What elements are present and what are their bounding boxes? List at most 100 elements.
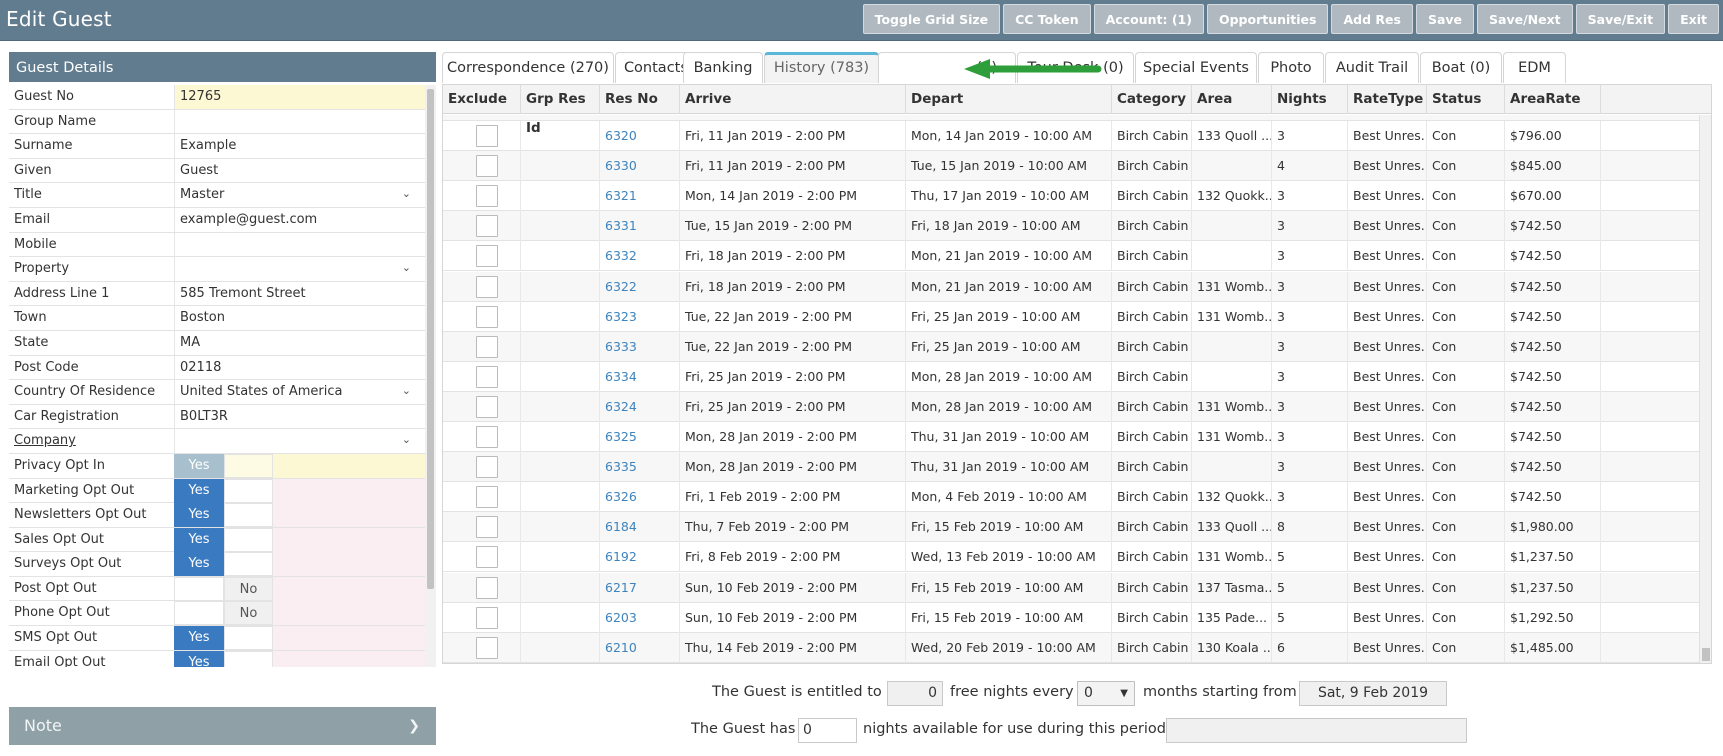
save-button[interactable]: Save xyxy=(1415,4,1475,34)
res-no-cell[interactable]: 6322 xyxy=(600,271,680,302)
exclude-checkbox[interactable] xyxy=(476,456,498,479)
phone-opt-out-no-toggle[interactable]: No xyxy=(224,601,273,626)
table-row[interactable]: 6330 Fri, 11 Jan 2019 - 2:00 PM Tue, 15 Ja… xyxy=(443,151,1701,182)
exclude-checkbox[interactable] xyxy=(476,125,498,147)
table-row[interactable]: 6325 Mon, 28 Jan 2019 - 2:00 PM Thu, 31 Ja… xyxy=(443,422,1701,452)
exclude-checkbox[interactable] xyxy=(476,636,498,659)
column-header-depart[interactable]: Depart xyxy=(906,85,1112,114)
table-row[interactable]: 6203 Sun, 10 Feb 2019 - 2:00 PM Fri, 15 Fe… xyxy=(443,602,1701,633)
guest-no-input[interactable]: 12765 xyxy=(174,85,425,109)
save-exit-button[interactable]: Save/Exit xyxy=(1575,4,1666,34)
res-no-cell[interactable]: 6320 xyxy=(600,121,680,151)
mobile-input[interactable] xyxy=(174,232,425,257)
surveys-opt-out-no-toggle[interactable] xyxy=(224,552,273,577)
column-header-arrive[interactable]: Arrive xyxy=(680,85,906,114)
tab-photo[interactable]: Photo xyxy=(1258,52,1324,83)
marketing-opt-out-yes-toggle[interactable]: Yes xyxy=(174,478,224,503)
table-row[interactable]: 6192 Fri, 8 Feb 2019 - 2:00 PM Wed, 13 Feb… xyxy=(443,542,1701,573)
sms-opt-out-no-toggle[interactable] xyxy=(224,626,273,651)
exclude-checkbox[interactable] xyxy=(476,546,498,569)
start-date-field[interactable]: Sat, 9 Feb 2019 xyxy=(1299,681,1447,706)
column-header-ratetype[interactable]: RateType xyxy=(1348,85,1427,114)
post-opt-out-yes-toggle[interactable] xyxy=(174,576,224,601)
email-opt-out-yes-toggle[interactable]: Yes xyxy=(174,650,224,667)
res-no-cell[interactable]: 6330 xyxy=(600,151,680,182)
surveys-opt-out-yes-toggle[interactable]: Yes xyxy=(174,552,224,577)
exclude-checkbox[interactable] xyxy=(476,275,498,298)
chevron-down-icon[interactable]: ⌄ xyxy=(402,187,411,200)
free-nights-input[interactable]: 0 xyxy=(887,681,943,706)
table-row[interactable]: 6326 Fri, 1 Feb 2019 - 2:00 PM Mon, 4 Feb … xyxy=(443,482,1701,513)
privacy-opt-in-yes-toggle[interactable]: Yes xyxy=(174,453,224,478)
opportunities-button[interactable]: Opportunities xyxy=(1206,4,1329,34)
history-grid-scrollbar[interactable] xyxy=(1699,115,1711,663)
tab-banking[interactable]: Banking xyxy=(683,52,763,83)
account-button[interactable]: Account: (1) xyxy=(1093,4,1204,34)
post-opt-out-no-toggle[interactable]: No xyxy=(224,576,273,601)
nights-available-field[interactable]: 0 xyxy=(798,718,857,743)
exclude-checkbox[interactable] xyxy=(476,426,498,448)
tab-audit-trail[interactable]: Audit Trail xyxy=(1325,52,1419,83)
column-header-exclude[interactable]: Exclude xyxy=(443,85,521,114)
surname-input[interactable]: Example xyxy=(174,134,425,159)
tab-edm[interactable]: EDM xyxy=(1503,52,1566,83)
table-row[interactable]: 6324 Fri, 25 Jan 2019 - 2:00 PM Mon, 28 Ja… xyxy=(443,391,1701,422)
table-row[interactable]: 6331 Tue, 15 Jan 2019 - 2:00 PM Fri, 18 Ja… xyxy=(443,211,1701,242)
chevron-down-icon[interactable]: ⌄ xyxy=(402,384,411,397)
newsletters-opt-out-no-toggle[interactable] xyxy=(224,503,273,528)
phone-opt-out-yes-toggle[interactable] xyxy=(174,601,224,626)
table-row[interactable]: 6334 Fri, 25 Jan 2019 - 2:00 PM Mon, 28 Ja… xyxy=(443,361,1701,392)
res-no-cell[interactable]: 6192 xyxy=(600,542,680,573)
chevron-down-icon[interactable]: ⌄ xyxy=(402,433,411,446)
company-label[interactable]: Company xyxy=(14,433,76,448)
scrollbar-thumb[interactable] xyxy=(1702,648,1710,661)
period-field[interactable] xyxy=(1166,718,1467,743)
res-no-cell[interactable]: 6324 xyxy=(600,391,680,422)
res-no-cell[interactable]: 6323 xyxy=(600,301,680,332)
exclude-checkbox[interactable] xyxy=(476,576,498,599)
res-no-cell[interactable]: 6321 xyxy=(600,181,680,212)
table-row[interactable]: 6335 Mon, 28 Jan 2019 - 2:00 PM Thu, 31 Ja… xyxy=(443,452,1701,483)
column-header-arearate[interactable]: AreaRate xyxy=(1505,85,1601,114)
exclude-checkbox[interactable] xyxy=(476,215,498,238)
exclude-checkbox[interactable] xyxy=(476,486,498,509)
chevron-up-icon[interactable]: ❯ xyxy=(408,707,420,745)
save-next-button[interactable]: Save/Next xyxy=(1477,4,1573,34)
column-header-nights[interactable]: Nights xyxy=(1272,85,1348,114)
res-no-cell[interactable]: 6210 xyxy=(600,632,680,663)
town-input[interactable]: Boston xyxy=(174,306,425,331)
res-no-cell[interactable]: 6325 xyxy=(600,422,680,452)
exclude-checkbox[interactable] xyxy=(476,335,498,358)
table-row[interactable]: 6323 Tue, 22 Jan 2019 - 2:00 PM Fri, 25 Ja… xyxy=(443,301,1701,332)
res-no-cell[interactable]: 6326 xyxy=(600,482,680,513)
add-res-button[interactable]: Add Res xyxy=(1331,4,1413,34)
group-name-input[interactable] xyxy=(174,109,425,134)
guest-details-scrollbar[interactable] xyxy=(425,85,436,667)
table-row[interactable]: 6332 Fri, 18 Jan 2019 - 2:00 PM Mon, 21 Ja… xyxy=(443,241,1701,272)
column-header-status[interactable]: Status xyxy=(1427,85,1505,114)
privacy-opt-in-no-toggle[interactable] xyxy=(224,453,273,478)
exclude-checkbox[interactable] xyxy=(476,516,498,539)
state-input[interactable]: MA xyxy=(174,330,425,355)
table-row[interactable]: 6320 Fri, 11 Jan 2019 - 2:00 PM Mon, 14 Ja… xyxy=(443,121,1701,151)
exclude-checkbox[interactable] xyxy=(476,305,498,328)
table-row[interactable]: 6184 Thu, 7 Feb 2019 - 2:00 PM Fri, 15 Feb… xyxy=(443,512,1701,543)
column-header-res-no[interactable]: Res No xyxy=(600,85,680,114)
tab-hidden[interactable]: (1) xyxy=(878,52,1016,83)
tab-special-events[interactable]: Special Events xyxy=(1135,52,1257,83)
res-no-cell[interactable]: 6334 xyxy=(600,361,680,392)
column-header-grp-res-id[interactable]: Grp Res Id xyxy=(521,85,600,136)
exit-button[interactable]: Exit xyxy=(1668,4,1719,34)
res-no-cell[interactable]: 6335 xyxy=(600,452,680,483)
exclude-checkbox[interactable] xyxy=(476,245,498,268)
table-row[interactable]: 6333 Tue, 22 Jan 2019 - 2:00 PM Fri, 25 Ja… xyxy=(443,331,1701,362)
marketing-opt-out-no-toggle[interactable] xyxy=(224,478,273,503)
exclude-checkbox[interactable] xyxy=(476,155,498,178)
newsletters-opt-out-yes-toggle[interactable]: Yes xyxy=(174,503,224,528)
toggle-grid-size-button[interactable]: Toggle Grid Size xyxy=(862,4,1001,34)
email-opt-out-no-toggle[interactable] xyxy=(224,650,273,667)
sales-opt-out-yes-toggle[interactable]: Yes xyxy=(174,527,224,552)
exclude-checkbox[interactable] xyxy=(476,185,498,208)
chevron-down-icon[interactable]: ⌄ xyxy=(402,261,411,274)
tab-history[interactable]: History (783) xyxy=(764,52,879,83)
